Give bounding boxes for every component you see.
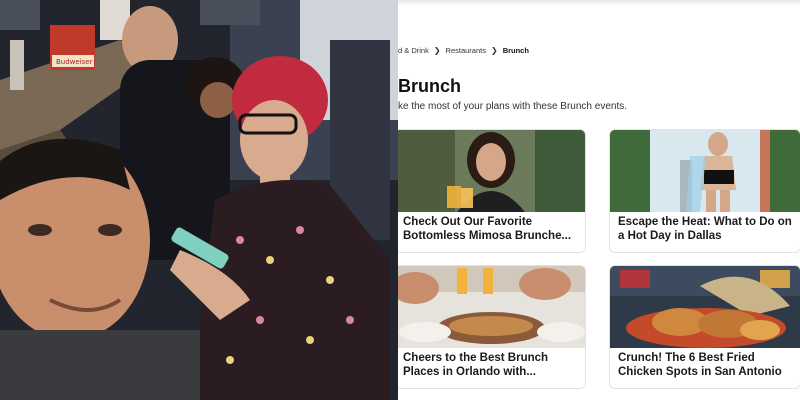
page-subtitle: ke the most of your plans with these Bru… — [398, 101, 628, 112]
group-photo: Budweiser — [0, 0, 398, 400]
card-title: Check Out Our Favorite Bottomless Mimosa… — [403, 216, 572, 242]
article-card-heat-dallas[interactable]: Escape the Heat: What to Do on a Hot Day… — [609, 129, 800, 253]
card-image — [610, 266, 800, 348]
article-card-fried-chicken[interactable]: Crunch! The 6 Best Fried Chicken Spots i… — [609, 265, 800, 389]
chevron-right-icon: ❯ — [490, 45, 498, 55]
article-card-orlando-brunch[interactable]: Cheers to the Best Brunch Places in Orla… — [398, 265, 586, 389]
photo-panel: Budweiser — [0, 0, 398, 400]
breadcrumb-item-food-drink[interactable]: d & Drink — [398, 46, 429, 55]
card-title: Escape the Heat: What to Do on a Hot Day… — [618, 216, 792, 242]
card-image — [398, 130, 585, 212]
page-title: Brunch — [398, 76, 461, 96]
svg-text:Budweiser: Budweiser — [56, 58, 93, 66]
card-title: Crunch! The 6 Best Fried Chicken Spots i… — [618, 352, 782, 378]
web-page: d & Drink ❯ Restaurants ❯ Brunch Brunch … — [398, 0, 800, 400]
card-title: Cheers to the Best Brunch Places in Orla… — [403, 352, 549, 378]
card-image — [610, 130, 800, 212]
card-image — [398, 266, 585, 348]
top-divider — [398, 0, 800, 6]
breadcrumb: d & Drink ❯ Restaurants ❯ Brunch — [398, 44, 529, 56]
chevron-right-icon: ❯ — [433, 45, 441, 55]
breadcrumb-item-brunch: Brunch — [502, 45, 529, 55]
article-card-mimosa[interactable]: Check Out Our Favorite Bottomless Mimosa… — [398, 129, 586, 253]
breadcrumb-item-restaurants[interactable]: Restaurants — [446, 46, 486, 55]
